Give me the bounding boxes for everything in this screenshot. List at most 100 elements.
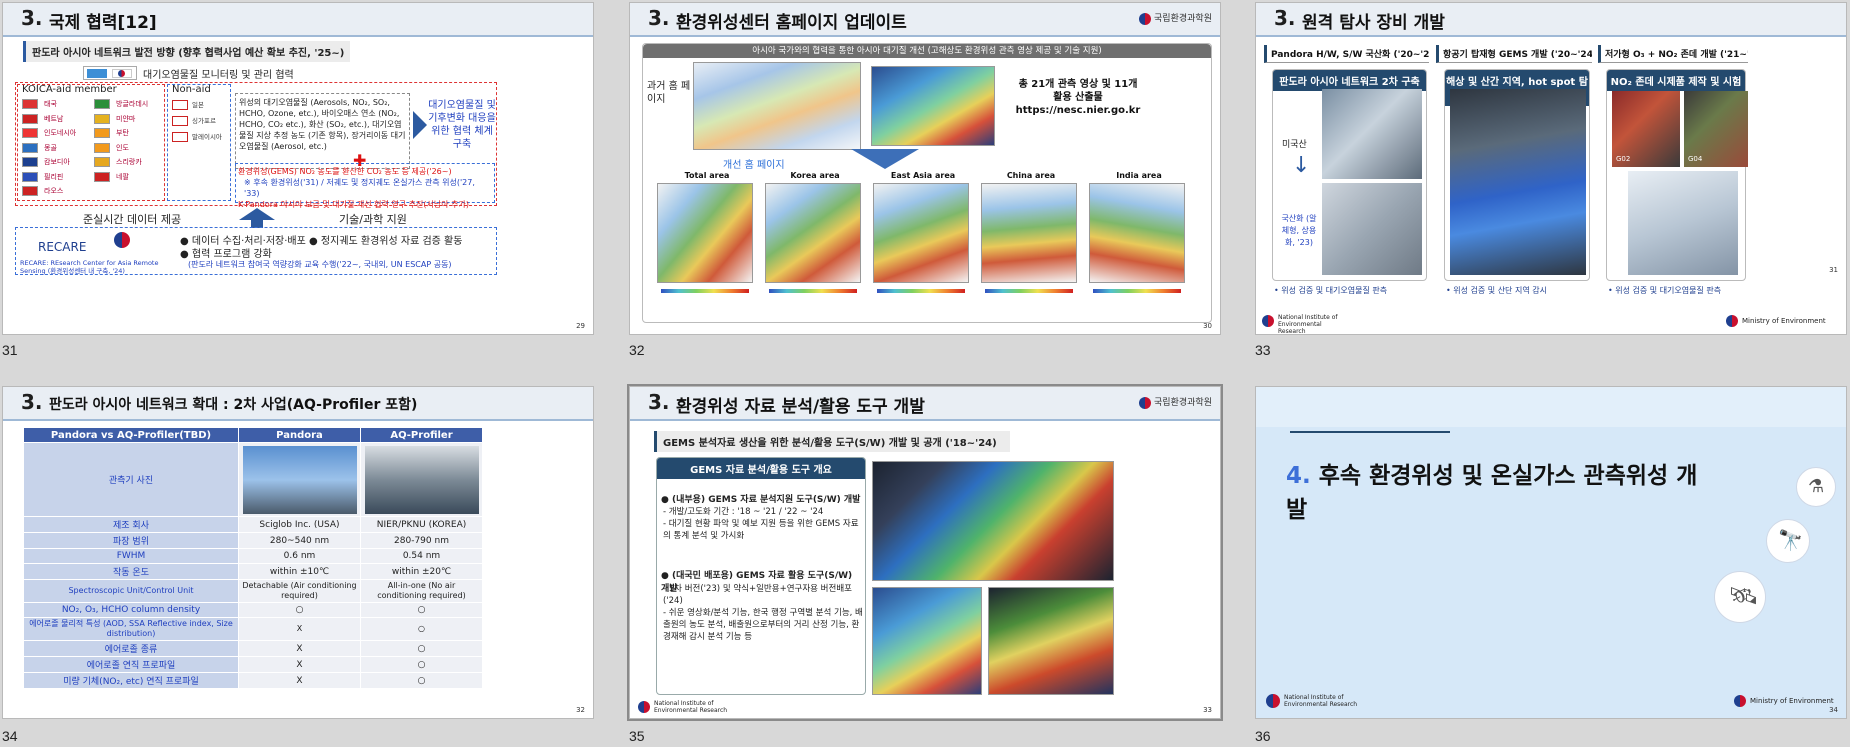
table-row: 파장 범위 280~540 nm 280-790 nm — [23, 532, 483, 549]
gems-box: 환경위성(GEMS) NO₂ 농도를 환산한 CO₂ 농도 등 제공('26~)… — [235, 163, 495, 209]
value-cell: ○ — [360, 640, 483, 657]
divider-line — [1290, 431, 1450, 433]
institute-logo: 국립환경과학원 — [1139, 395, 1212, 409]
area-map[interactable] — [873, 183, 969, 283]
past-label: 과거 홈 페이지 — [647, 81, 691, 105]
country-item: 몽골 — [22, 142, 57, 153]
device-note: • 위성 검증 및 대기오염물질 판측 — [1274, 286, 1388, 295]
down-arrow-icon: ↓ — [1292, 153, 1311, 178]
section-title: 4. 후속 환경위성 및 온실가스 관측위성 개발 — [1286, 459, 1706, 527]
slide-title: 판도라 아시아 네트워크 확대 : 2차 사업(AQ-Profiler 포함) — [49, 397, 418, 413]
slide-thumbnail-34[interactable]: 3. 판도라 아시아 네트워크 확대 : 2차 사업(AQ-Profiler 포… — [2, 386, 594, 719]
slide-thumbnail-35[interactable]: 3. 환경위성 자료 분석/활용 도구 개발 국립환경과학원 GEMS 분석자료… — [627, 384, 1223, 721]
right-caption: 기술/과학 지원 — [339, 213, 407, 226]
flag-icon — [22, 99, 38, 109]
value-cell: 0.6 nm — [238, 548, 361, 564]
slide-title: 원격 탐사 장비 개발 — [1302, 13, 1445, 33]
value-cell — [360, 442, 483, 517]
value-cell: All-in-one (No air conditioning required… — [360, 579, 483, 603]
country-item: 필리핀 — [22, 171, 64, 182]
table-row: 작동 온도 within ±10℃ within ±20℃ — [23, 563, 483, 580]
stat-text: 총 21개 관측 영상 및 11개 활용 산출물 — [1018, 79, 1138, 103]
color-scale-bar — [661, 289, 749, 293]
area-map[interactable] — [1089, 183, 1185, 283]
left-caption: 준실시간 데이터 제공 — [83, 213, 182, 226]
value-cell: ○ — [360, 617, 483, 641]
area-label: India area — [1116, 171, 1162, 180]
country-name: 인도 — [116, 143, 129, 152]
value-cell: ○ — [360, 672, 483, 689]
table-row: 에어로졸 물리적 특성 (AOD, SSA Reflective index, … — [23, 617, 483, 641]
software-screenshot-2 — [872, 587, 982, 695]
sonde-label: G04 — [1688, 155, 1703, 163]
row-label-cell: 에어로졸 연직 프로파일 — [23, 656, 239, 673]
value-cell: Sciglob Inc. (USA) — [238, 516, 361, 533]
overview-head: GEMS 자료 분석/활용 도구 개요 — [657, 458, 865, 479]
past-homepage-map-2 — [871, 66, 995, 146]
pandora-photo-us — [1322, 89, 1422, 179]
slide-thumbnail-31[interactable]: 3. 국제 협력[12] 판도라 아시아 네트워크 발전 방향 (향후 협력사업… — [2, 2, 594, 335]
past-homepage-map — [693, 62, 861, 150]
row-label-cell: 미량 기체(NO₂, etc) 연직 프로파일 — [23, 672, 239, 689]
pandora-photo-kr — [1322, 183, 1422, 275]
row-label-cell: 제조 회사 — [23, 516, 239, 533]
column-title: 항공기 탑재형 GEMS 개발 ('20~'24) — [1436, 45, 1592, 63]
area-map[interactable] — [981, 183, 1077, 283]
item1-lines: - 개발/고도화 기간 : '18 ~ '21 / '22 ~ '24 - 대기질… — [663, 506, 863, 542]
slide-number-label: 32 — [629, 342, 645, 358]
item-line: - 개발/고도화 기간 : '18 ~ '21 / '22 ~ '24 — [663, 507, 824, 517]
telescope-icon: 🔭 — [1766, 519, 1810, 563]
comparison-table: Pandora vs AQ-Profiler(TBD) Pandora AQ-Pro… — [23, 427, 483, 689]
slide-thumbnail-32[interactable]: 3. 환경위성센터 홈페이지 업데이트 국립환경과학원 아시아 국가와의 협력을… — [629, 2, 1221, 335]
arrow-text: 대기오염물질 및 기후변화 대응을 위한 협력 체계 구축 — [428, 100, 496, 150]
country-name: 말레이시아 — [192, 133, 222, 141]
nier-logo-icon — [1139, 12, 1152, 25]
slide-title: 환경위성센터 홈페이지 업데이트 — [676, 13, 907, 33]
kr-made-label: 국산화 (알체형, 상용화, '23) — [1281, 214, 1317, 247]
item-line: - 대기질 현황 파악 및 예보 지원 등을 위한 GEMS 자료의 통계 분석… — [663, 519, 859, 541]
table-header-cell: AQ-Profiler — [360, 427, 483, 443]
country-name: 일본 — [192, 101, 204, 109]
slide-thumbnail-36[interactable]: 4. 후속 환경위성 및 온실가스 관측위성 개발 🛰 🔭 ⚗ National… — [1255, 386, 1847, 719]
row-label-cell: Spectroscopic Unit/Control Unit — [23, 579, 239, 603]
country-name: 태국 — [44, 100, 57, 108]
value-cell: 280-790 nm — [360, 532, 483, 549]
value-cell: 280~540 nm — [238, 532, 361, 549]
slide-title-bar: 3. 원격 탐사 장비 개발 — [1256, 3, 1846, 37]
section-title-text: 후속 환경위성 및 온실가스 관측위성 개발 — [1286, 463, 1698, 523]
value-cell: Detachable (Air conditioning required) — [238, 579, 361, 603]
area-label: Korea area — [790, 171, 840, 180]
value-cell — [238, 442, 361, 517]
area-map[interactable] — [765, 183, 861, 283]
nier-logo-icon — [1266, 694, 1280, 708]
improved-label: 개선 홈 페이지 — [723, 160, 785, 171]
column-title: Pandora H/W, S/W 국산화 ('20~'24) — [1264, 45, 1429, 63]
slide-page-number: 34 — [1829, 706, 1838, 714]
flag-icon — [94, 171, 110, 182]
row-label-cell: 에어로졸 물리적 특성 (AOD, SSA Reflective index, … — [23, 617, 239, 641]
row-label-cell: NO₂, O₃, HCHO column density — [23, 602, 239, 618]
table-row: 에어로졸 종류 X ○ — [23, 640, 483, 657]
device-card-head: NO₂ 존데 시제품 제작 및 시험 — [1607, 70, 1745, 91]
section-number: 3. — [648, 390, 670, 414]
area-map[interactable] — [657, 183, 753, 283]
device-card-head: 판도라 아시아 네트워크 2차 구축 — [1273, 70, 1426, 91]
table-row: 미량 기체(NO₂, etc) 연직 프로파일 X ○ — [23, 672, 483, 689]
flag-icon — [94, 113, 110, 124]
country-name: 필리핀 — [44, 172, 64, 181]
country-item: 미얀마 — [94, 113, 135, 124]
area-label: China area — [1006, 171, 1056, 180]
section-number: 3. — [1274, 6, 1296, 30]
right-arrow-icon — [413, 111, 427, 139]
flag-icon — [172, 100, 188, 110]
gems-line-2: ※ 후속 환경위성('31) / 저궤도 및 정지궤도 온실가스 관측 위성('… — [244, 178, 475, 198]
slide-page-number: 29 — [576, 322, 585, 330]
country-name: 부탄 — [116, 129, 129, 137]
table-row: 에어로졸 연직 프로파일 X ○ — [23, 656, 483, 673]
banner: 아시아 국가와의 협력을 통한 아시아 대기질 개선 (고해상도 환경위성 관측… — [643, 44, 1211, 58]
pandora-photo — [242, 445, 357, 514]
slide-thumbnail-33[interactable]: 3. 원격 탐사 장비 개발 Pandora H/W, S/W 국산화 ('20… — [1255, 2, 1847, 335]
satellite-products-box: 위성의 대기오염물질 (Aerosols, NO₂, SO₂, HCHO, Oz… — [235, 93, 410, 169]
recare-note: RECARE: REsearch Center for Asia Remote … — [20, 259, 159, 275]
flag-icon — [22, 186, 38, 196]
